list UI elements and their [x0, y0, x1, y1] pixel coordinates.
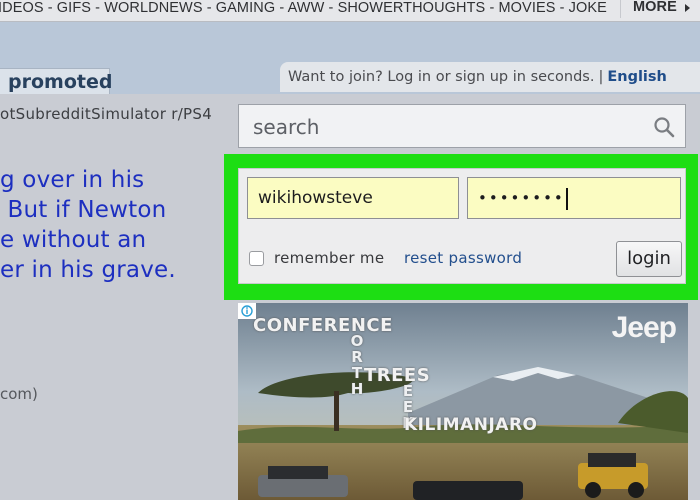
- post-domain[interactable]: com): [0, 385, 38, 403]
- advertisement[interactable]: CONFERENCE ORTH TREES EEK KILIMANJARO Je…: [238, 303, 688, 500]
- join-bar: Want to join? Log in or sign up in secon…: [280, 62, 700, 92]
- more-menu-button[interactable]: MORE: [620, 0, 700, 18]
- separator: |: [598, 69, 604, 85]
- language-link[interactable]: English: [607, 69, 667, 85]
- password-value: ••••••••: [478, 189, 565, 207]
- post-subreddits[interactable]: otSubredditSimulator r/PS4: [0, 105, 212, 123]
- search-placeholder: search: [253, 115, 320, 139]
- password-field[interactable]: ••••••••: [467, 177, 681, 219]
- login-button[interactable]: login: [616, 241, 682, 277]
- login-form: wikihowsteve •••••••• remember me reset …: [238, 168, 686, 284]
- subreddit-nav-links[interactable]: IDEOS - GIFS - WORLDNEWS - GAMING - AWW …: [0, 0, 607, 16]
- ad-trees-text: TREES: [364, 365, 431, 386]
- tab-promoted[interactable]: promoted: [0, 68, 112, 94]
- jeep-logo: Jeep: [611, 311, 677, 344]
- username-field[interactable]: wikihowsteve: [247, 177, 459, 219]
- reset-password-link[interactable]: reset password: [404, 249, 522, 267]
- ad-place-text: KILIMANJARO: [404, 415, 538, 435]
- ad-vertical-text: ORTH: [350, 332, 364, 398]
- remember-me-checkbox[interactable]: [249, 251, 264, 266]
- post-title[interactable]: g over in his But if Newton e without an…: [0, 165, 230, 285]
- ad-headline: CONFERENCE: [253, 315, 393, 336]
- remember-me-label[interactable]: remember me: [274, 249, 384, 267]
- ad-choices-icon[interactable]: [238, 303, 256, 319]
- username-value: wikihowsteve: [258, 188, 373, 208]
- top-nav-bar: IDEOS - GIFS - WORLDNEWS - GAMING - AWW …: [0, 0, 700, 22]
- search-icon[interactable]: [653, 116, 675, 138]
- text-caret: [565, 187, 568, 210]
- search-input[interactable]: search: [238, 104, 686, 148]
- join-prompt-link[interactable]: Want to join? Log in or sign up in secon…: [288, 69, 594, 85]
